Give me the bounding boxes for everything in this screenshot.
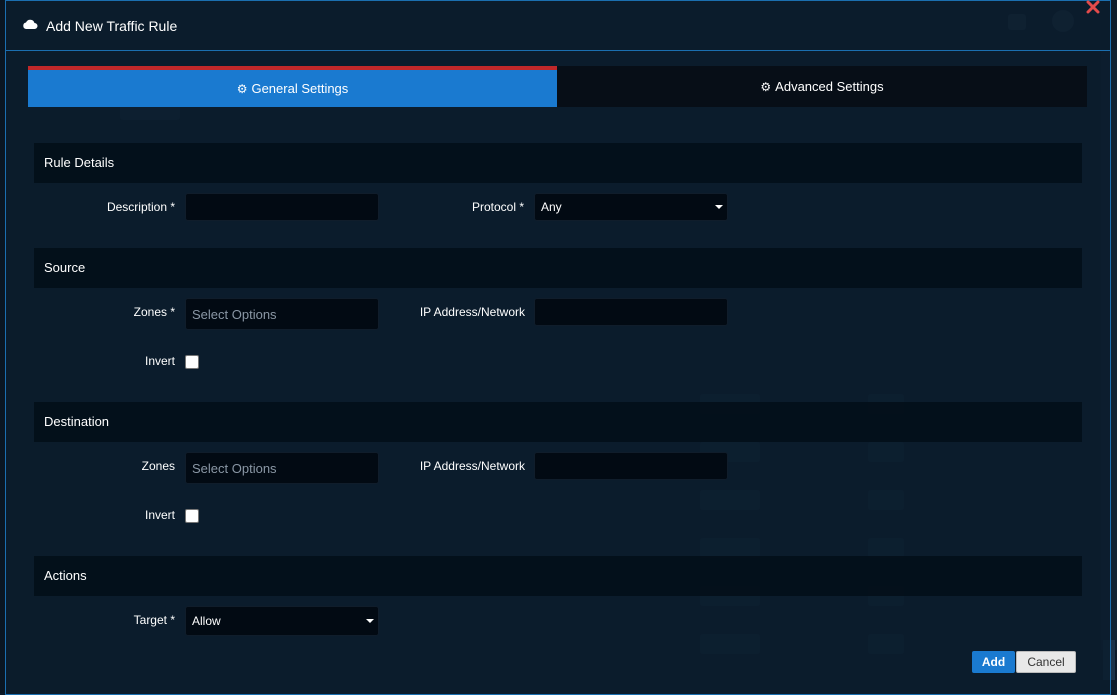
source-zones-select[interactable]: Select Options xyxy=(185,298,379,330)
source-invert-checkbox[interactable] xyxy=(185,355,199,369)
source-section: Source xyxy=(34,248,1082,288)
target-selected-value: Allow xyxy=(192,614,221,628)
gears-icon: ⚙ xyxy=(760,79,772,94)
tab-general-settings[interactable]: ⚙ General Settings xyxy=(28,66,557,107)
description-input[interactable] xyxy=(185,193,379,221)
rule-details-section: Rule Details xyxy=(34,143,1082,183)
source-zones-label: Zones * xyxy=(133,305,175,319)
protocol-label: Protocol * xyxy=(471,200,524,214)
source-ip-input[interactable] xyxy=(534,298,728,326)
source-invert-label: Invert xyxy=(144,354,175,368)
cancel-button[interactable]: Cancel xyxy=(1016,651,1076,673)
section-heading: Rule Details xyxy=(44,155,115,170)
section-heading: Source xyxy=(44,260,86,275)
destination-section: Destination xyxy=(34,402,1082,442)
source-ip-label: IP Address/Network xyxy=(419,305,525,319)
section-heading: Actions xyxy=(44,568,87,583)
protocol-select[interactable]: Any xyxy=(534,193,728,221)
chevron-down-icon xyxy=(366,619,374,623)
destination-zones-label: Zones xyxy=(141,459,175,473)
add-button[interactable]: Add xyxy=(972,651,1015,673)
tab-advanced-settings[interactable]: ⚙ Advanced Settings xyxy=(557,66,1087,107)
settings-tabs: ⚙ General Settings ⚙ Advanced Settings xyxy=(28,66,1087,107)
destination-invert-checkbox[interactable] xyxy=(185,509,199,523)
add-traffic-rule-modal: Add New Traffic Rule ⚙ General Settings … xyxy=(5,0,1111,695)
modal-header: Add New Traffic Rule xyxy=(6,1,1110,51)
destination-zones-select[interactable]: Select Options xyxy=(185,452,379,484)
destination-ip-input[interactable] xyxy=(534,452,728,480)
description-label: Description * xyxy=(106,200,175,214)
close-icon[interactable] xyxy=(1085,0,1101,15)
protocol-selected-value: Any xyxy=(541,200,562,214)
cloud-icon xyxy=(23,19,38,29)
chevron-down-icon xyxy=(715,205,723,209)
destination-ip-label: IP Address/Network xyxy=(419,459,525,473)
destination-invert-label: Invert xyxy=(144,508,175,522)
section-heading: Destination xyxy=(44,414,110,429)
modal-title: Add New Traffic Rule xyxy=(46,18,178,34)
actions-section: Actions xyxy=(34,556,1082,596)
tab-label: Advanced Settings xyxy=(775,79,884,94)
target-select[interactable]: Allow xyxy=(185,606,379,636)
gear-icon: ⚙ xyxy=(236,81,248,96)
tab-label: General Settings xyxy=(251,81,349,96)
target-label: Target * xyxy=(133,613,175,627)
